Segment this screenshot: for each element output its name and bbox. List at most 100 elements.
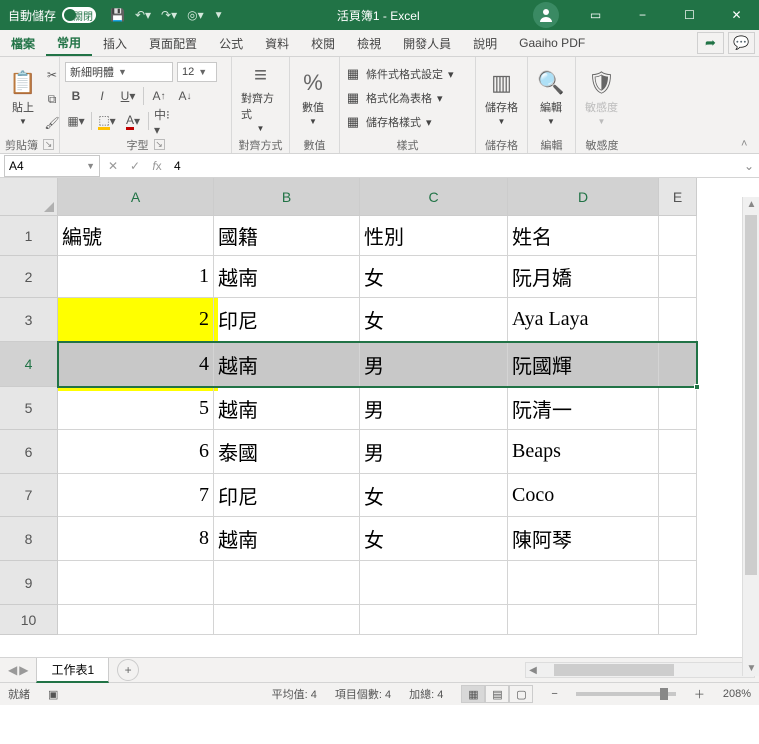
row-head-5[interactable]: 5 (0, 387, 58, 430)
save-icon[interactable]: 💾 (110, 8, 125, 22)
font-color-button[interactable]: A▾ (122, 110, 144, 132)
cell-E4[interactable] (659, 342, 697, 387)
conditional-formatting-button[interactable]: ▦條件式格式設定▾ (345, 63, 454, 85)
row-head-8[interactable]: 8 (0, 517, 58, 561)
font-launcher[interactable]: ↘ (154, 139, 165, 150)
cell-D10[interactable] (508, 605, 659, 635)
minimize-button[interactable]: − (620, 0, 665, 30)
row-head-6[interactable]: 6 (0, 430, 58, 474)
cell-B9[interactable] (214, 561, 360, 605)
cell-D8[interactable]: 陳阿琴 (508, 517, 659, 561)
view-page-layout-button[interactable]: ▤ (485, 685, 509, 703)
tab-review[interactable]: 校閱 (300, 30, 346, 56)
col-head-C[interactable]: C (360, 178, 508, 216)
fill-color-button[interactable]: ⬚▾ (96, 110, 118, 132)
zoom-slider[interactable] (576, 692, 676, 696)
tab-help[interactable]: 說明 (462, 30, 508, 56)
name-box[interactable]: A4▼ (4, 155, 100, 177)
cell-D5[interactable]: 阮清一 (508, 387, 659, 430)
cell-E5[interactable] (659, 387, 697, 430)
cell-B3[interactable]: 印尼 (214, 298, 360, 342)
cell-B7[interactable]: 印尼 (214, 474, 360, 517)
cell-A9[interactable] (58, 561, 214, 605)
cell-A8[interactable]: 8 (58, 517, 214, 561)
cell-B8[interactable]: 越南 (214, 517, 360, 561)
expand-formula-bar-button[interactable]: ⌄ (739, 159, 759, 173)
cell-C6[interactable]: 男 (360, 430, 508, 474)
row-head-7[interactable]: 7 (0, 474, 58, 517)
collapse-ribbon-button[interactable]: ˄ (741, 57, 757, 154)
cell-A2[interactable]: 1 (58, 256, 214, 298)
view-page-break-button[interactable]: ▢ (509, 685, 533, 703)
cell-C9[interactable] (360, 561, 508, 605)
cell-D7[interactable]: Coco (508, 474, 659, 517)
macro-record-icon[interactable]: ▣ (48, 688, 58, 701)
row-head-4[interactable]: 4 (0, 342, 58, 387)
cell-B1[interactable]: 國籍 (214, 216, 360, 256)
cell-C2[interactable]: 女 (360, 256, 508, 298)
cell-D2[interactable]: 阮月嬌 (508, 256, 659, 298)
cell-B10[interactable] (214, 605, 360, 635)
vscroll-thumb[interactable] (745, 215, 757, 575)
cell-C10[interactable] (360, 605, 508, 635)
formula-input[interactable]: 4 (168, 159, 739, 173)
cell-B6[interactable]: 泰國 (214, 430, 360, 474)
col-head-E[interactable]: E (659, 178, 697, 216)
clipboard-launcher[interactable]: ↘ (43, 139, 54, 150)
cell-B2[interactable]: 越南 (214, 256, 360, 298)
maximize-button[interactable]: ☐ (667, 0, 712, 30)
enter-formula-button[interactable]: ✓ (124, 159, 146, 173)
sheet-tab[interactable]: 工作表1 (36, 658, 109, 683)
tab-gaaiho[interactable]: Gaaiho PDF (508, 30, 596, 56)
camera-icon[interactable]: ◎▾ (187, 8, 204, 22)
new-sheet-button[interactable]: + (117, 659, 139, 681)
zoom-in-button[interactable]: ＋ (694, 686, 705, 702)
ribbon-options-icon[interactable]: ▭ (573, 0, 618, 30)
cell-E6[interactable] (659, 430, 697, 474)
shrink-font-button[interactable]: A↓ (174, 85, 196, 107)
comments-button[interactable]: 💬 (728, 32, 755, 54)
cell-A1[interactable]: 編號 (58, 216, 214, 256)
cell-A5[interactable]: 5 (58, 387, 214, 430)
spreadsheet-grid[interactable]: ABCDE 12345678910 編號國籍性別姓名1越南女阮月嬌2印尼女Aya… (0, 178, 759, 657)
tab-developer[interactable]: 開發人員 (392, 30, 462, 56)
fx-icon[interactable]: fx (146, 159, 168, 173)
cell-A7[interactable]: 7 (58, 474, 214, 517)
select-all-corner[interactable] (0, 178, 58, 216)
autosave-toggle[interactable]: 關閉 (62, 7, 96, 23)
cell-C1[interactable]: 性別 (360, 216, 508, 256)
cells-button[interactable]: ▥儲存格▼ (481, 60, 522, 134)
cell-C8[interactable]: 女 (360, 517, 508, 561)
paste-button[interactable]: 📋 貼上 ▼ (5, 60, 41, 134)
share-button[interactable]: ➦ (697, 32, 724, 54)
font-size-combo[interactable]: 12▼ (177, 62, 217, 82)
cell-E9[interactable] (659, 561, 697, 605)
sheet-nav-prev[interactable]: ◀ (8, 663, 17, 677)
row-head-10[interactable]: 10 (0, 605, 58, 635)
view-normal-button[interactable]: ▦ (461, 685, 485, 703)
cell-D6[interactable]: Beaps (508, 430, 659, 474)
cell-B4[interactable]: 越南 (214, 342, 360, 387)
editing-button[interactable]: 🔍編輯▼ (533, 60, 569, 134)
cell-D9[interactable] (508, 561, 659, 605)
grow-font-button[interactable]: A↑ (148, 85, 170, 107)
bold-button[interactable]: B (65, 85, 87, 107)
zoom-out-button[interactable]: − (551, 688, 557, 700)
cell-D4[interactable]: 阮國輝 (508, 342, 659, 387)
tab-home[interactable]: 常用 (46, 30, 92, 56)
qat-more-icon[interactable]: ▼ (214, 10, 224, 21)
col-head-A[interactable]: A (58, 178, 214, 216)
cell-C4[interactable]: 男 (360, 342, 508, 387)
cell-A3[interactable]: 2 (58, 298, 214, 342)
cell-E8[interactable] (659, 517, 697, 561)
row-head-3[interactable]: 3 (0, 298, 58, 342)
cell-E7[interactable] (659, 474, 697, 517)
sensitivity-button[interactable]: 🛡敏感度▼ (581, 60, 622, 134)
cell-E2[interactable] (659, 256, 697, 298)
vertical-scrollbar[interactable]: ▲ ▼ (742, 197, 759, 676)
cell-A6[interactable]: 6 (58, 430, 214, 474)
cell-A4[interactable]: 4 (58, 342, 214, 387)
hscroll-thumb[interactable] (554, 664, 674, 676)
cell-A10[interactable] (58, 605, 214, 635)
tab-view[interactable]: 檢視 (346, 30, 392, 56)
